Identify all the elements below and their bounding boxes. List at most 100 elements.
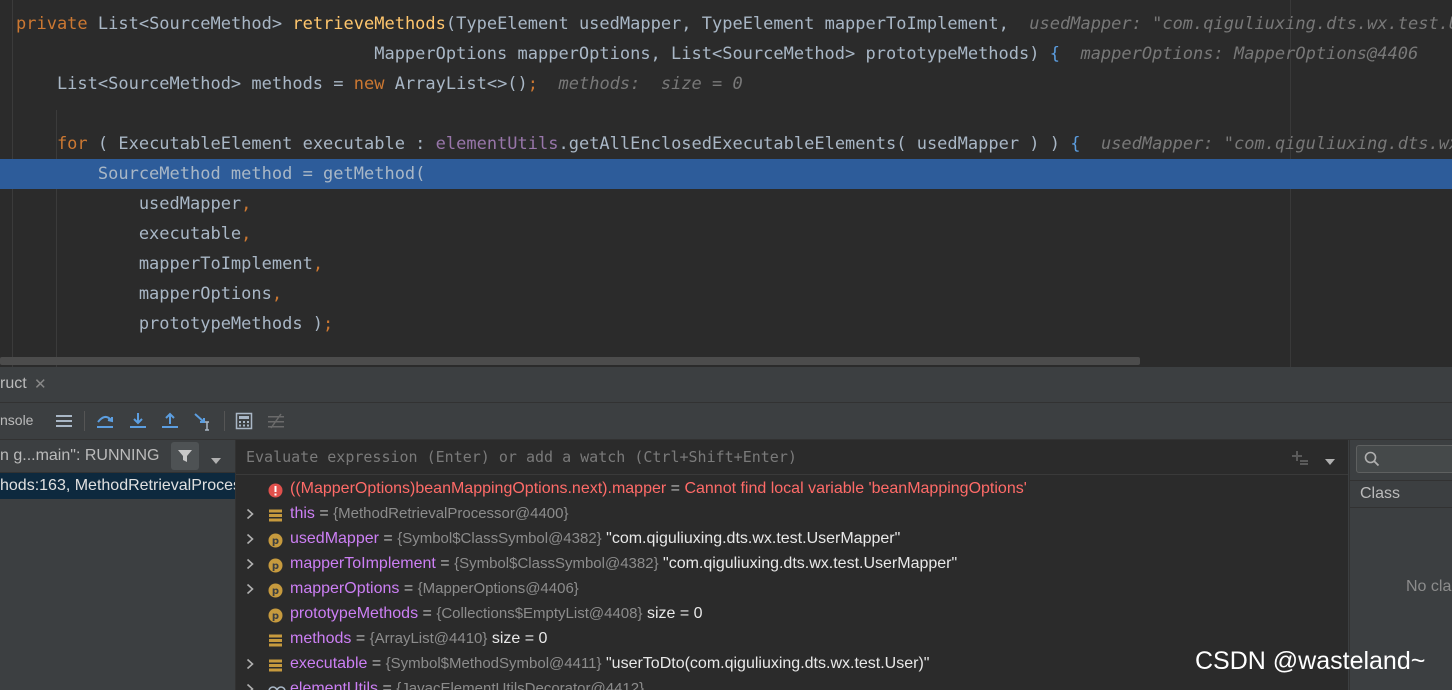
code-line[interactable]: List<SourceMethod> methods = new ArrayLi…: [0, 69, 1452, 99]
chevron-down-icon[interactable]: [1324, 453, 1336, 471]
variable-reference: {Symbol$ClassSymbol@4382}: [397, 530, 602, 547]
chevron-right-icon[interactable]: [246, 501, 258, 526]
toolbar-divider: [84, 411, 85, 431]
variable-name: usedMapper: [290, 530, 379, 547]
variable-text: executable = {Symbol$MethodSymbol@4411} …: [290, 651, 929, 676]
filter-icon[interactable]: [171, 442, 199, 470]
watch-glasses-icon: [268, 681, 286, 690]
debug-tab-title[interactable]: ruct: [0, 375, 27, 393]
variable-text: ((MapperOptions)beanMappingOptions.next)…: [290, 476, 1027, 501]
add-watch-icon[interactable]: [1290, 448, 1310, 471]
chevron-right-icon[interactable]: [246, 551, 258, 576]
search-icon: [1364, 451, 1380, 467]
variable-value: "com.qiguliuxing.dts.wx.test.UserMapper": [601, 530, 901, 547]
variable-value: size = 0: [487, 630, 548, 647]
horizontal-scrollbar[interactable]: [0, 357, 1140, 365]
code-token: .getAllEnclosedExecutableElements( usedM…: [558, 134, 1071, 154]
variable-text: this = {MethodRetrievalProcessor@4400}: [290, 501, 569, 526]
evaluate-expression-input[interactable]: Evaluate expression (Enter) or add a wat…: [236, 440, 1348, 475]
thread-status: n g...main": RUNNING: [0, 447, 160, 464]
step-into-icon[interactable]: [126, 409, 150, 433]
thread-selector[interactable]: n g...main": RUNNING: [0, 440, 235, 473]
code-line[interactable]: private List<SourceMethod> retrieveMetho…: [0, 9, 1452, 39]
code-token: List<SourceMethod>: [97, 14, 293, 34]
chevron-down-icon[interactable]: [210, 452, 222, 470]
equals-sign: =: [418, 605, 437, 622]
debug-panel: ruct ✕ nsole n g...main": RUNNING hods:1…: [0, 367, 1452, 690]
code-token: private: [16, 14, 98, 34]
code-token: prototypeMethods ): [16, 314, 324, 334]
equals-sign: =: [314, 505, 334, 522]
stack-frame-row[interactable]: hods:163, MethodRetrievalProcessor: [0, 473, 235, 499]
equals-sign: =: [351, 630, 370, 647]
variable-row[interactable]: this = {MethodRetrievalProcessor@4400}: [236, 501, 1348, 526]
code-token: MapperOptions mapperOptions, List<Source…: [16, 44, 1050, 64]
code-token: ;: [323, 314, 334, 334]
trace-stream-icon[interactable]: [264, 409, 288, 433]
chevron-right-icon[interactable]: [246, 676, 258, 690]
chevron-right-icon[interactable]: [246, 526, 258, 551]
code-token: SourceMethod method = getMethod(: [16, 164, 426, 184]
calculator-icon[interactable]: [232, 409, 256, 433]
code-line[interactable]: usedMapper,: [0, 189, 1452, 219]
console-tab[interactable]: nsole: [0, 412, 33, 428]
variable-name: mapperOptions: [290, 580, 400, 597]
code-line[interactable]: SourceMethod method = getMethod(: [0, 159, 1452, 189]
code-editor[interactable]: private List<SourceMethod> retrieveMetho…: [0, 0, 1452, 367]
menu-lines-icon[interactable]: [52, 409, 76, 433]
class-column-header[interactable]: Class: [1350, 480, 1452, 508]
equals-sign: =: [378, 530, 398, 547]
code-line[interactable]: MapperOptions mapperOptions, List<Source…: [0, 39, 1452, 69]
variable-row[interactable]: p mapperToImplement = {Symbol$ClassSymbol…: [236, 551, 1348, 576]
parameter-icon: p: [268, 531, 283, 548]
variable-row[interactable]: methods = {ArrayList@4410} size = 0: [236, 626, 1348, 651]
close-icon[interactable]: ✕: [34, 375, 47, 393]
code-token: ,: [271, 284, 283, 304]
code-token: {: [1070, 134, 1081, 154]
variable-row[interactable]: p usedMapper = {Symbol$ClassSymbol@4382} …: [236, 526, 1348, 551]
code-token: ,: [241, 224, 252, 244]
code-token: retrieveMethods: [292, 14, 446, 34]
equals-sign: =: [399, 580, 418, 597]
variable-text: mapperOptions = {MapperOptions@4406}: [290, 576, 579, 601]
code-line[interactable]: for ( ExecutableElement executable : ele…: [0, 129, 1452, 159]
class-search-input[interactable]: [1356, 445, 1452, 473]
step-out-icon[interactable]: [158, 409, 182, 433]
variable-name: this: [290, 505, 315, 522]
variable-row[interactable]: elementUtils = {JavacElementUtilsDecorat…: [236, 676, 1348, 690]
inline-debug-hint: usedMapper: "com.qiguliuxing.dts.wx.test…: [1100, 134, 1452, 154]
variable-text: elementUtils = {JavacElementUtilsDecorat…: [290, 676, 644, 690]
chevron-right-icon[interactable]: [246, 576, 258, 601]
code-token: usedMapper: [16, 194, 242, 214]
field-icon: [268, 656, 283, 672]
variable-name: methods: [290, 630, 352, 647]
code-token: ;: [527, 74, 539, 94]
variable-text: mapperToImplement = {Symbol$ClassSymbol@…: [290, 551, 957, 576]
code-line[interactable]: prototypeMethods );: [0, 309, 1452, 339]
code-token: ( ExecutableElement executable :: [97, 134, 436, 154]
variable-row[interactable]: executable = {Symbol$MethodSymbol@4411} …: [236, 651, 1348, 676]
code-line[interactable]: mapperToImplement,: [0, 249, 1452, 279]
code-token: ,: [241, 194, 252, 214]
variable-name: ((MapperOptions)beanMappingOptions.next)…: [290, 480, 667, 497]
variable-name: mapperToImplement: [290, 555, 436, 572]
variable-name: executable: [290, 655, 368, 672]
variable-text: usedMapper = {Symbol$ClassSymbol@4382} "…: [290, 526, 900, 551]
empty-state-text: No cla: [1406, 578, 1452, 595]
variable-row[interactable]: p mapperOptions = {MapperOptions@4406}: [236, 576, 1348, 601]
code-line[interactable]: [0, 99, 1452, 129]
svg-text:p: p: [272, 611, 279, 622]
code-token: elementUtils: [435, 134, 559, 154]
step-over-icon[interactable]: [93, 409, 117, 433]
run-to-cursor-icon[interactable]: [191, 409, 215, 433]
code-line[interactable]: executable,: [0, 219, 1452, 249]
error-icon: [268, 481, 283, 498]
parameter-icon: p: [268, 556, 283, 573]
variable-row[interactable]: p prototypeMethods = {Collections$EmptyLi…: [236, 601, 1348, 626]
variable-row[interactable]: ((MapperOptions)beanMappingOptions.next)…: [236, 476, 1348, 501]
code-token: List<SourceMethod> methods =: [16, 74, 354, 94]
code-line[interactable]: mapperOptions,: [0, 279, 1452, 309]
class-header-label: Class: [1360, 485, 1401, 502]
chevron-right-icon[interactable]: [246, 651, 258, 676]
variable-reference: {ArrayList@4410}: [369, 630, 488, 647]
